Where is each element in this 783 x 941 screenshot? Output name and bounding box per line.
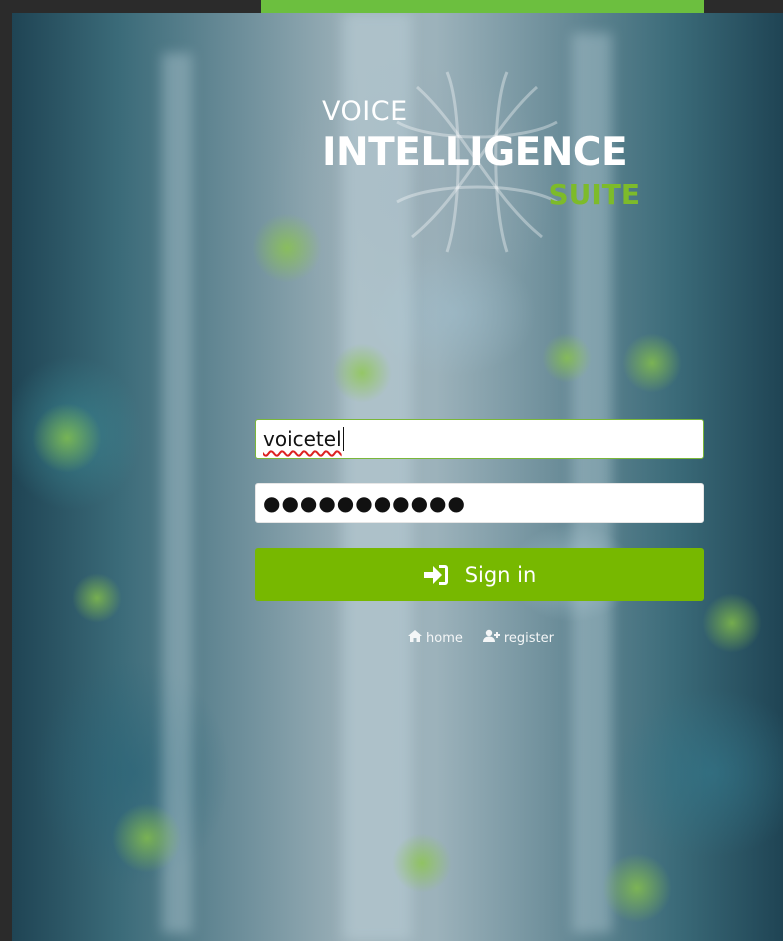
sign-in-icon [423, 564, 449, 586]
password-value: ●●●●●●●●●●● [263, 491, 466, 515]
password-input[interactable]: ●●●●●●●●●●● [255, 483, 704, 523]
register-link[interactable]: register [482, 629, 554, 647]
register-link-label: register [503, 630, 554, 646]
logo-intelligence-text: INTELLIGENCE [322, 130, 628, 175]
footer-links: home register [407, 628, 554, 648]
app-logo: VOICE INTELLIGENCE SUITE [322, 71, 642, 253]
sign-in-button[interactable]: Sign in [255, 548, 704, 601]
home-link[interactable]: home [407, 629, 463, 647]
text-caret [342, 427, 344, 451]
logo-suite-text: SUITE [548, 178, 640, 211]
sign-in-label: Sign in [464, 562, 537, 587]
top-accent-bar [261, 0, 704, 13]
username-value: voicetel [263, 427, 342, 451]
username-input[interactable]: voicetel [255, 419, 704, 459]
home-icon [407, 629, 423, 647]
logo-voice-text: VOICE [322, 96, 408, 127]
home-link-label: home [426, 630, 463, 646]
user-plus-icon [482, 629, 501, 647]
